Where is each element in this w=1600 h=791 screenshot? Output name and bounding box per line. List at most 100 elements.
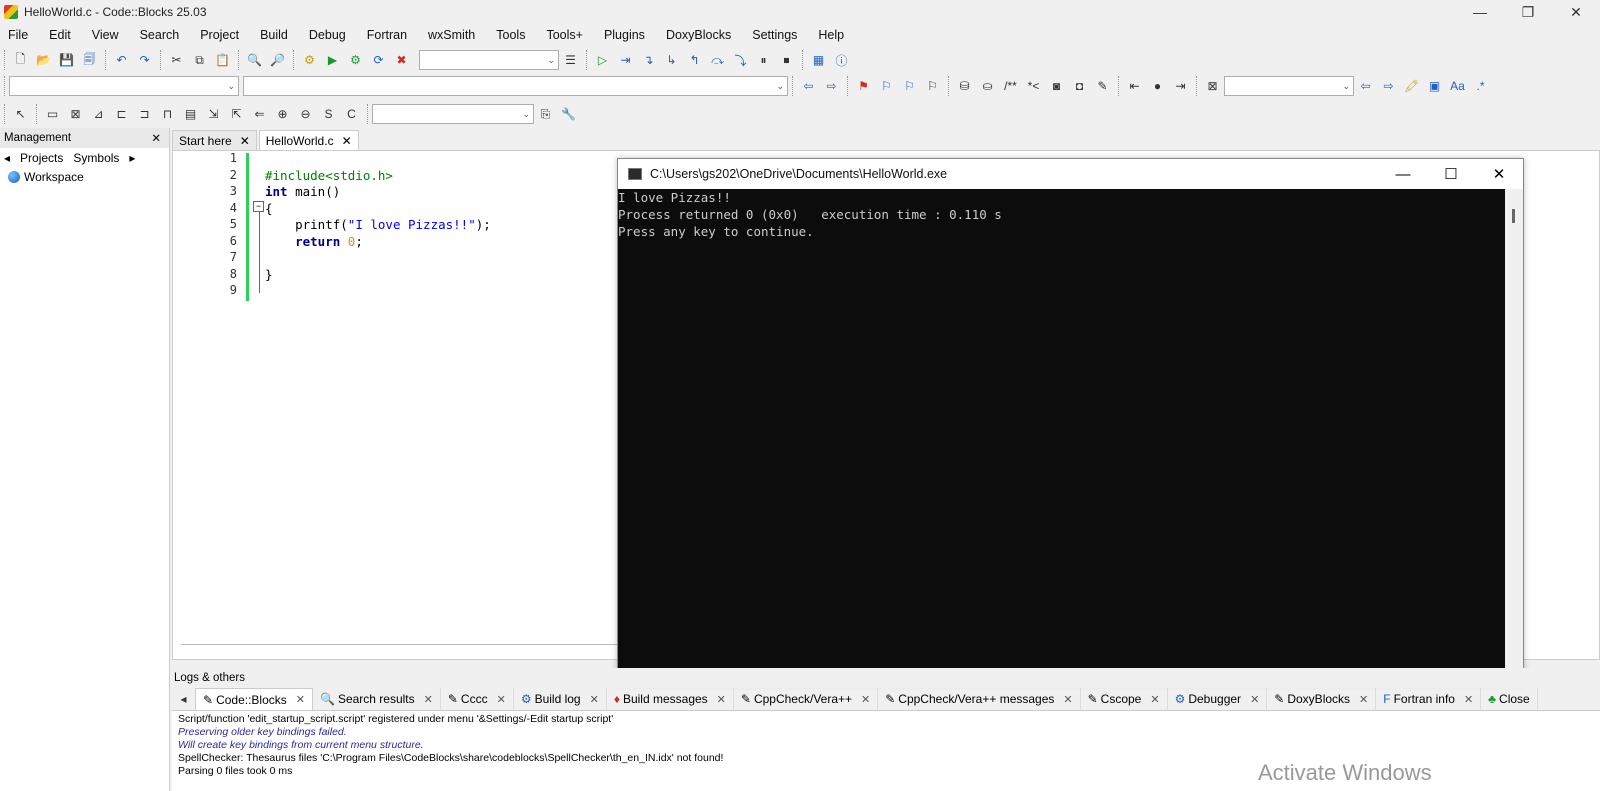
- next-instruction-icon[interactable]: ⤼: [708, 50, 728, 70]
- block-comment-icon[interactable]: /**: [1001, 76, 1021, 96]
- jump-last-icon[interactable]: ⇥: [1171, 76, 1191, 96]
- tab-codeblocks-log[interactable]: ✎ Code::Blocks ✕: [195, 688, 313, 710]
- console-maximize-icon[interactable]: ☐: [1427, 159, 1475, 189]
- tab-scroll-right-icon[interactable]: ▸: [129, 151, 135, 165]
- close-tab-icon[interactable]: ✕: [1359, 693, 1368, 706]
- close-tab-icon[interactable]: ✕: [1063, 693, 1072, 706]
- menu-build[interactable]: Build: [260, 28, 299, 42]
- select-pointer-icon[interactable]: ↖: [11, 104, 31, 124]
- chm-docs-icon[interactable]: ◘: [1070, 76, 1090, 96]
- build-target-select[interactable]: ⌄: [419, 50, 559, 70]
- doxyblocks-run-icon[interactable]: ⛀: [978, 76, 998, 96]
- close-tab-icon[interactable]: ✕: [497, 693, 506, 706]
- do-while-block-icon[interactable]: ⊐: [135, 104, 155, 124]
- search-next-icon[interactable]: ⇨: [1379, 76, 1399, 96]
- close-icon[interactable]: ✕: [1552, 0, 1600, 24]
- tab-fortran-info[interactable]: F Fortran info ✕: [1376, 688, 1482, 710]
- previous-bookmark-icon[interactable]: ⚐: [877, 76, 897, 96]
- close-tab-icon[interactable]: ✕: [1150, 693, 1159, 706]
- menu-help[interactable]: Help: [818, 28, 855, 42]
- menu-edit[interactable]: Edit: [49, 28, 82, 42]
- abort-icon[interactable]: ✖: [392, 50, 412, 70]
- toggle-bookmark-icon[interactable]: ⚑: [854, 76, 874, 96]
- for-block-icon[interactable]: ⊓: [158, 104, 178, 124]
- highlight-icon[interactable]: 🖍: [1402, 76, 1422, 96]
- menu-tools[interactable]: Tools: [496, 28, 536, 42]
- function-select[interactable]: ⌄: [243, 76, 788, 96]
- tab-doxyblocks[interactable]: ✎ DoxyBlocks ✕: [1267, 688, 1377, 710]
- match-case-icon[interactable]: Aa: [1448, 76, 1468, 96]
- tab-build-log[interactable]: ⚙ Build log ✕: [514, 688, 607, 710]
- jump-back-icon[interactable]: ⇦: [799, 76, 819, 96]
- menu-debug[interactable]: Debug: [309, 28, 357, 42]
- selected-text-only-icon[interactable]: ▣: [1425, 76, 1445, 96]
- open-icon[interactable]: 📂: [34, 50, 54, 70]
- workspace-tree-item[interactable]: Workspace: [0, 168, 169, 186]
- run-icon[interactable]: ▶: [323, 50, 343, 70]
- cut-icon[interactable]: ✂: [167, 50, 187, 70]
- doxyblocks-extract-icon[interactable]: ⛁: [955, 76, 975, 96]
- continue-block-icon[interactable]: ⇱: [227, 104, 247, 124]
- tab-helloworld[interactable]: HelloWorld.c ✕: [258, 130, 359, 150]
- fold-collapse-icon[interactable]: −: [253, 201, 264, 212]
- various-info-icon[interactable]: ⓘ: [832, 50, 852, 70]
- build-icon[interactable]: ⚙: [300, 50, 320, 70]
- redo-icon[interactable]: ↷: [135, 50, 155, 70]
- tab-build-messages[interactable]: ♦ Build messages ✕: [607, 688, 734, 710]
- while-block-icon[interactable]: ⊏: [112, 104, 132, 124]
- console-close-icon[interactable]: ✕: [1475, 159, 1523, 189]
- tab-close[interactable]: ♣ Close: [1481, 688, 1538, 710]
- return-block-icon[interactable]: ⇐: [250, 104, 270, 124]
- pause-icon[interactable]: ⏸: [754, 50, 774, 70]
- symbol-browse-icon[interactable]: ⎘: [536, 104, 556, 124]
- close-tab-icon[interactable]: ✕: [1250, 693, 1259, 706]
- editor-horizontal-scrollbar[interactable]: [181, 644, 621, 652]
- zoom-out-icon[interactable]: ⊖: [296, 104, 316, 124]
- if-block-icon[interactable]: ⊠: [66, 104, 86, 124]
- menu-file[interactable]: File: [8, 28, 39, 42]
- tab-cppcheck[interactable]: ✎ CppCheck/Vera++ ✕: [734, 688, 879, 710]
- tab-cppcheck-messages[interactable]: ✎ CppCheck/Vera++ messages ✕: [878, 688, 1081, 710]
- console-scroll-thumb[interactable]: [1512, 209, 1515, 223]
- restore-icon[interactable]: ❐: [1504, 0, 1552, 24]
- paste-icon[interactable]: 📋: [213, 50, 233, 70]
- close-tab-icon[interactable]: ✕: [717, 693, 726, 706]
- menu-view[interactable]: View: [92, 28, 130, 42]
- close-tab-icon[interactable]: ✕: [590, 693, 599, 706]
- doxyblocks-config-icon[interactable]: ✎: [1093, 76, 1113, 96]
- find-icon[interactable]: 🔍: [245, 50, 265, 70]
- save-icon[interactable]: 💾: [57, 50, 77, 70]
- tab-cccc[interactable]: ✎ Cccc ✕: [441, 688, 514, 710]
- debug-continue-icon[interactable]: ▷: [593, 50, 613, 70]
- regex-icon[interactable]: .*: [1471, 76, 1491, 96]
- close-tab-icon[interactable]: ✕: [1464, 693, 1473, 706]
- menu-search[interactable]: Search: [140, 28, 191, 42]
- close-tab-icon[interactable]: ✕: [424, 693, 433, 706]
- menu-project[interactable]: Project: [200, 28, 250, 42]
- new-file-icon[interactable]: 🗋: [11, 50, 31, 70]
- toggle-comment-icon[interactable]: C: [342, 104, 362, 124]
- close-management-icon[interactable]: ✕: [151, 131, 161, 145]
- record-icon[interactable]: ●: [1148, 76, 1168, 96]
- replace-icon[interactable]: 🔎: [268, 50, 288, 70]
- next-line-icon[interactable]: ↴: [639, 50, 659, 70]
- clear-bookmarks-icon[interactable]: ⚐: [923, 76, 943, 96]
- tab-debugger[interactable]: ⚙ Debugger ✕: [1168, 688, 1268, 710]
- next-bookmark-icon[interactable]: ⚐: [900, 76, 920, 96]
- jump-first-icon[interactable]: ⇤: [1125, 76, 1145, 96]
- symbol-settings-icon[interactable]: 🔧: [559, 104, 579, 124]
- logs-scroll-left-icon[interactable]: ◂: [174, 689, 194, 709]
- console-window[interactable]: C:\Users\gs202\OneDrive\Documents\HelloW…: [617, 158, 1524, 684]
- tab-search-results[interactable]: 🔍 Search results ✕: [313, 688, 441, 710]
- symbol-search-select[interactable]: ⌄: [372, 104, 534, 124]
- debugging-windows-icon[interactable]: ▦: [809, 50, 829, 70]
- break-block-icon[interactable]: ⇲: [204, 104, 224, 124]
- console-scrollbar[interactable]: [1505, 189, 1523, 683]
- console-output[interactable]: I love Pizzas!! Process returned 0 (0x0)…: [618, 189, 1507, 683]
- jump-forward-icon[interactable]: ⇨: [822, 76, 842, 96]
- copy-icon[interactable]: ⧉: [190, 50, 210, 70]
- tab-start-here[interactable]: Start here ✕: [172, 130, 257, 150]
- block-icon[interactable]: ▤: [181, 104, 201, 124]
- search-previous-icon[interactable]: ⇦: [1356, 76, 1376, 96]
- minimize-icon[interactable]: —: [1456, 0, 1504, 24]
